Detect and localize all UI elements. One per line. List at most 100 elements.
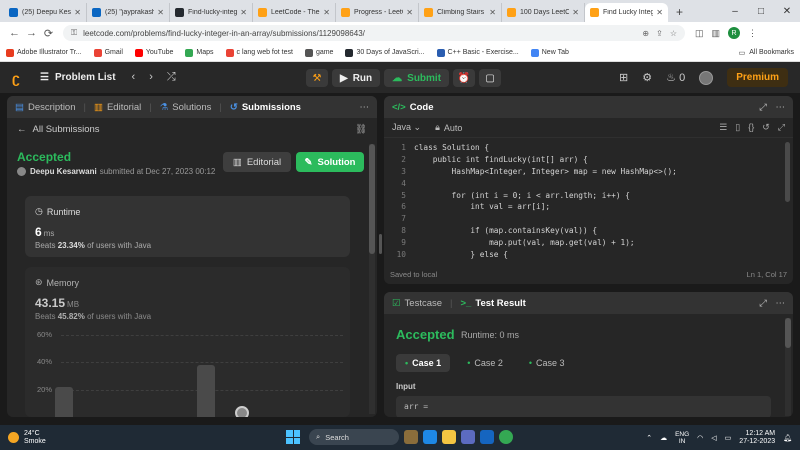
bookmark-item[interactable]: C++ Basic - Exercise... [436,48,519,57]
close-window-button[interactable]: ✕ [774,6,800,17]
bookmark-item[interactable]: Maps [185,48,214,57]
close-tab-icon[interactable]: ✕ [74,8,81,17]
language-indicator[interactable]: ENG IN [675,431,689,445]
tab-solutions[interactable]: ⚗ Solutions [160,102,212,113]
wifi-icon[interactable]: ◠ [697,434,703,442]
extensions-icon[interactable]: ◫ [695,28,704,39]
bookmark-star-icon[interactable]: ☆ [670,29,677,38]
bookmark-item[interactable]: 30 Days of JavaScri... [345,48,425,57]
chart-bar[interactable] [55,386,73,417]
back-arrow-icon[interactable]: ← [6,27,23,39]
case-tab[interactable]: • Case 1 [396,354,451,372]
runtime-card[interactable]: ◷ Runtime 6 ms Beats 23.34% of users with… [25,196,350,257]
reset-icon[interactable]: ↺ [762,122,770,133]
chat-app-icon[interactable] [423,430,437,444]
browser-tab[interactable]: (25) "jayprakash ✕ [87,3,170,22]
scrollbar-thumb[interactable] [785,318,791,348]
bookmark-item[interactable]: YouTube [134,48,173,57]
browser-tab[interactable]: LeetCode - The V✕ [253,3,336,22]
menu-dots-icon[interactable]: ⋮ [748,28,757,39]
language-select[interactable]: Java ⌄ [392,122,421,133]
streak-counter[interactable]: ♨ 0 [666,71,685,84]
all-submissions-link[interactable]: All Submissions [33,124,100,135]
browser-tab[interactable]: Climbing Stairs ✕ [419,3,502,22]
fullscreen-icon[interactable]: ⤢ [778,122,785,133]
memory-card[interactable]: ⊛ Memory 43.15 MB Beats 45.82% of users w… [25,267,350,417]
premium-button[interactable]: Premium [727,68,788,87]
site-info-icon[interactable]: ⚿ [71,28,77,38]
close-tab-icon[interactable]: ✕ [240,8,247,17]
editorial-button[interactable]: ▥ Editorial [223,152,291,172]
people-app-icon[interactable] [404,430,418,444]
tab-test-result[interactable]: >_ Test Result [461,298,526,309]
tab-testcase[interactable]: ☑ Testcase [392,298,442,309]
file-explorer-icon[interactable] [442,430,456,444]
teams-icon[interactable] [461,430,475,444]
close-tab-icon[interactable]: ✕ [656,8,663,17]
cloud-icon[interactable]: ☁ [660,434,667,442]
zoom-icon[interactable]: ⊕ [642,29,649,38]
browser-tab[interactable]: 100 Days LeetCo ✕ [502,3,585,22]
word-icon[interactable] [480,430,494,444]
scrollbar-thumb[interactable] [369,144,375,254]
code-area[interactable]: 1 class Solution {2 public int findLucky(… [384,142,793,260]
bookmark-item[interactable]: New Tab [530,48,569,57]
profile-avatar[interactable]: R [728,27,741,39]
case-tab[interactable]: • Case 3 [520,354,574,372]
user-name[interactable]: Deepu Kesarwani [30,167,97,176]
leetcode-logo-icon[interactable]: ʗ [12,70,26,86]
next-problem-icon[interactable]: › [149,71,153,84]
timer-button[interactable]: ⏰ [453,69,476,87]
code-scrollbar[interactable] [785,142,790,202]
share-icon[interactable]: ⇪ [656,29,663,38]
bookmark-item[interactable]: Adobe Illustrator Tr... [6,48,82,57]
result-scrollbar[interactable] [785,318,791,416]
more-options-icon[interactable]: ⋯ [776,298,786,309]
run-button[interactable]: ▶ Run [332,69,381,87]
braces-icon[interactable]: {} [748,122,754,133]
close-tab-icon[interactable]: ✕ [323,8,330,17]
clock[interactable]: 12:12 AM 27-12-2023 [739,430,775,446]
bookmark-item[interactable]: game [304,48,333,57]
close-tab-icon[interactable]: ✕ [157,8,164,17]
url-bar[interactable]: ⚿ leetcode.com/problems/find-lucky-integ… [63,25,685,41]
close-tab-icon[interactable]: ✕ [489,8,496,17]
back-arrow-icon[interactable]: ← [17,124,27,135]
volume-icon[interactable]: ◁ [711,434,716,442]
maximize-icon[interactable]: ⤢ [759,298,767,309]
solution-button[interactable]: ✎ Solution [296,152,364,172]
prev-problem-icon[interactable]: ‹ [132,71,136,84]
tab-editorial[interactable]: ▥ Editorial [94,102,141,113]
tab-description[interactable]: ▤ Description [15,102,76,113]
auto-mode[interactable]: 🔒︎ Auto [435,122,462,133]
chrome-icon[interactable] [499,430,513,444]
notes-button[interactable]: ▢ [479,69,502,87]
browser-tab[interactable]: Progress - LeetC ✕ [336,3,419,22]
chart-bar[interactable] [197,365,215,417]
browser-tab[interactable]: (25) Deepu Kesa ✕ [4,3,87,22]
format-icon[interactable]: ☰ [719,122,727,133]
battery-icon[interactable]: ▭ [725,434,732,442]
taskbar-search[interactable]: ⌕ Search [309,429,399,445]
left-pane-scrollbar[interactable] [369,144,375,414]
user-position-marker[interactable] [235,406,249,417]
new-tab-button[interactable]: + [668,5,691,22]
submit-button[interactable]: ☁ Submit [384,69,450,87]
problem-list-button[interactable]: ☰ Problem List [40,72,116,83]
user-avatar[interactable] [699,70,714,85]
maximize-icon[interactable]: ⤢ [759,102,767,113]
case-tab[interactable]: • Case 2 [458,354,512,372]
sidepanel-icon[interactable]: ▥ [712,28,721,39]
settings-gear-icon[interactable]: ⚙ [642,71,652,84]
tab-submissions[interactable]: ↺ Submissions [230,102,301,113]
maximize-button[interactable]: □ [748,6,774,17]
share-link-icon[interactable]: ⛓ [355,124,367,135]
bookmark-item[interactable]: Gmail [93,48,123,57]
forward-arrow-icon[interactable]: → [23,27,40,39]
chevron-up-icon[interactable]: ⌃ [646,434,652,442]
shuffle-icon[interactable]: ⤮ [167,71,176,84]
all-bookmarks[interactable]: ▭ All Bookmarks [739,49,794,57]
windows-start-icon[interactable] [286,430,300,444]
pane-resize-handle[interactable] [379,234,382,254]
close-tab-icon[interactable]: ✕ [572,8,579,17]
